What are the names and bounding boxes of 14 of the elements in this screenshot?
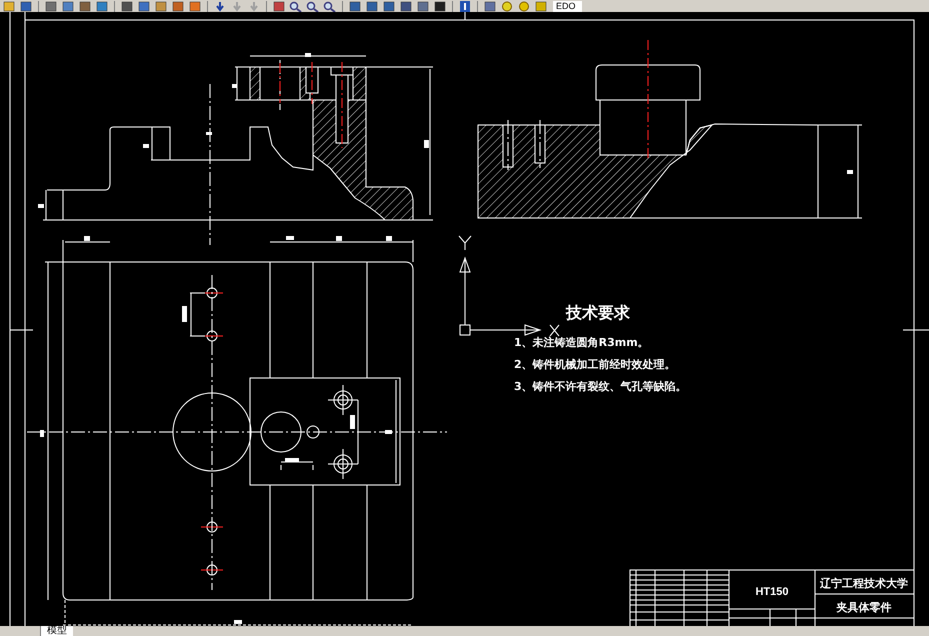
magnifier-icon[interactable] <box>323 0 337 12</box>
part-name-text: 夹具体零件 <box>836 601 892 614</box>
ucs-axes-icon <box>458 236 542 336</box>
layer-field[interactable]: EDO <box>553 0 582 12</box>
material-text: HT150 <box>755 586 789 598</box>
help-icon[interactable] <box>458 0 472 12</box>
requirement-text: 1、未注铸造圆角R3mm。 <box>514 336 649 349</box>
cursor-cross-icon <box>550 324 560 336</box>
requirement-text: 2、铸件机械加工前经时效处理。 <box>514 358 676 371</box>
magnifier-icon[interactable] <box>306 0 320 12</box>
school-name: 辽宁工程技术大学 <box>820 577 908 590</box>
magnifier-icon[interactable] <box>289 0 303 12</box>
notes-title: 技术要求 <box>566 303 630 322</box>
requirement-text: 3、铸件不许有裂纹、气孔等缺陷。 <box>514 380 687 393</box>
